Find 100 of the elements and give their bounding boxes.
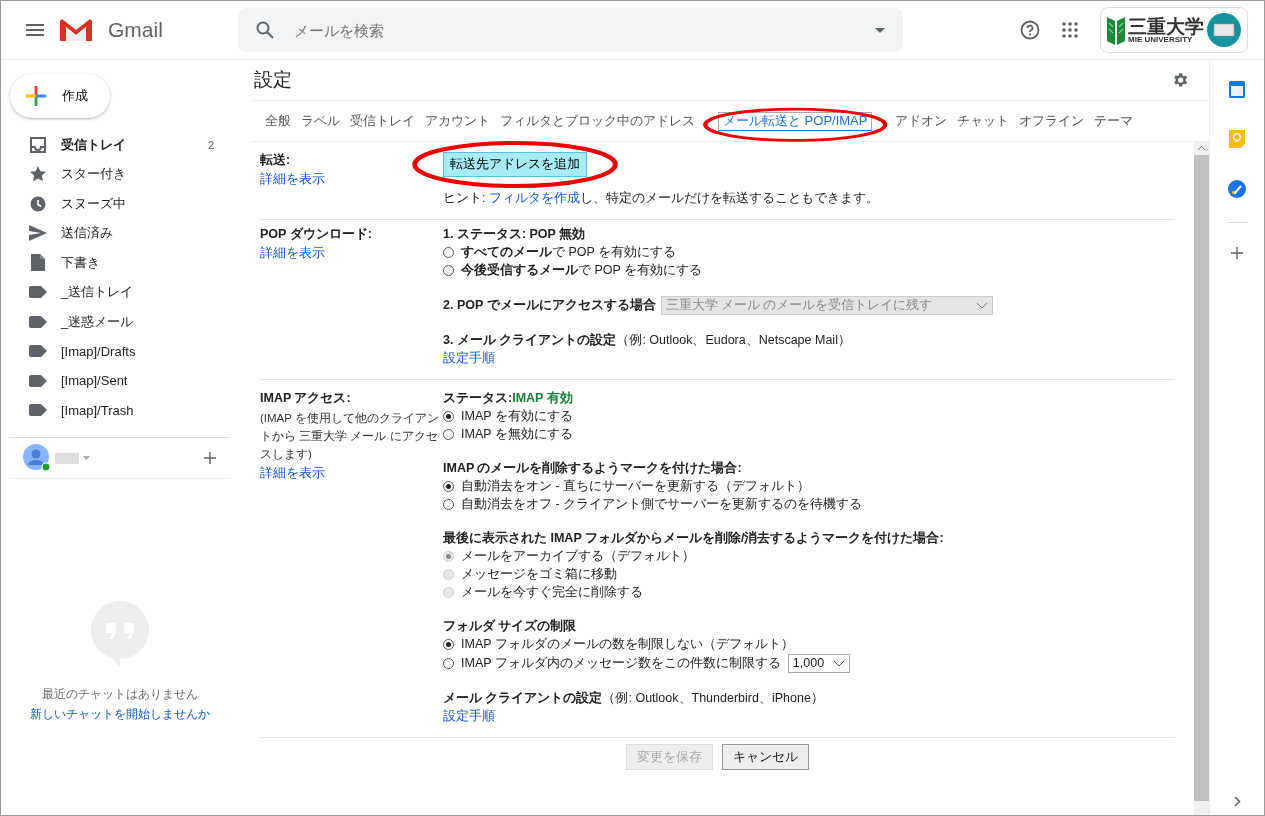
section-note: (IMAP を使用して他のクライアントから 三重大学 メール にアクセスします) — [260, 411, 440, 462]
setup-instructions-link[interactable]: 設定手順 — [443, 708, 495, 725]
radio-label: IMAP を有効にする — [461, 408, 573, 425]
folder-item[interactable]: [Imap]/Sent — [1, 366, 222, 396]
account-badge[interactable]: 三重大学 MIE UNIVERSITY — [1100, 7, 1248, 53]
section-label: 転送: — [260, 152, 292, 169]
folder-item[interactable]: [Imap]/Trash — [1, 395, 222, 425]
send-icon — [29, 225, 47, 242]
radio-button[interactable] — [443, 247, 454, 258]
search-input[interactable]: メールを検索 — [292, 20, 857, 40]
label-icon — [29, 374, 47, 387]
radio-label: IMAP を無効にする — [461, 426, 573, 443]
page-title: 設定 — [254, 68, 292, 92]
folder-item[interactable]: スター付き — [1, 159, 222, 189]
option-heading: フォルダ サイズの制限 — [443, 618, 577, 635]
radio-button[interactable] — [443, 429, 454, 440]
folder-item[interactable]: _迷惑メール — [1, 307, 222, 337]
start-chat-link[interactable]: 新しいチャットを開始しませんか — [29, 706, 210, 723]
status-value: IMAP 有効 — [512, 391, 573, 405]
folder-item[interactable]: [Imap]/Drafts — [1, 336, 222, 366]
check-circle-icon[interactable] — [1228, 180, 1246, 198]
settings-tab[interactable]: テーマ — [1089, 100, 1139, 142]
settings-tab[interactable]: アドオン — [890, 100, 953, 142]
envelope-logo-icon — [58, 17, 94, 43]
radio-button[interactable] — [443, 481, 454, 492]
label-icon — [29, 345, 47, 358]
label-icon — [29, 286, 47, 299]
plus-icon — [24, 84, 48, 108]
settings-icon[interactable] — [1171, 71, 1189, 89]
dropdown-caret-icon[interactable] — [875, 27, 885, 33]
menu-icon[interactable] — [26, 24, 44, 36]
limit-select[interactable]: 1,000 — [787, 654, 850, 673]
redacted-name — [55, 452, 79, 464]
details-link[interactable]: 詳細を表示 — [260, 171, 443, 188]
folder-item[interactable]: 下書き — [1, 248, 222, 278]
star-icon — [29, 166, 47, 183]
chevron-down-icon — [975, 302, 988, 309]
option-heading: 3. メール クライアントの設定 — [443, 332, 617, 349]
inbox-icon — [29, 136, 47, 153]
document-icon — [29, 254, 47, 272]
radio-label: メッセージをゴミ箱に移動 — [461, 566, 617, 583]
chevron-down-icon — [832, 660, 845, 667]
scrollbar[interactable] — [1194, 142, 1209, 815]
radio-button[interactable] — [443, 658, 454, 669]
radio-label: メールを今すぐ完全に削除する — [461, 584, 643, 601]
details-link[interactable]: 詳細を表示 — [260, 465, 443, 482]
add-icon[interactable] — [1231, 247, 1243, 259]
compose-button[interactable]: 作成 — [10, 74, 110, 118]
university-logo-icon — [1107, 15, 1125, 45]
settings-tab[interactable]: チャット — [952, 100, 1015, 142]
add-forwarding-address-button[interactable]: 転送先アドレスを追加 — [443, 152, 587, 177]
details-link[interactable]: 詳細を表示 — [260, 245, 443, 262]
option-heading: 2. POP でメールにアクセスする場合 — [443, 297, 656, 314]
logo-text: 三重大学 — [1128, 16, 1204, 36]
example-text: （例: Outlook、Thunderbird、iPhone） — [602, 690, 824, 707]
folder-item[interactable]: 送信済み — [1, 218, 222, 248]
radio-label: IMAP フォルダ内のメッセージ数をこの件数に制限する — [461, 655, 781, 672]
add-icon[interactable] — [204, 452, 216, 464]
hint-text: ヒント: — [443, 191, 487, 205]
option-heading: 1. ステータス: POP 無効 — [443, 226, 586, 243]
settings-tab[interactable]: 全般 — [260, 100, 296, 142]
label-icon — [29, 404, 47, 417]
option-heading: IMAP のメールを削除するようマークを付けた場合: — [443, 460, 742, 477]
chevron-right-icon[interactable] — [1233, 796, 1241, 807]
status-label: ステータス: — [443, 391, 513, 405]
radio-button[interactable] — [443, 265, 454, 276]
form-button[interactable]: キャンセル — [721, 744, 809, 770]
apps-grid-icon[interactable] — [1062, 22, 1078, 38]
search-icon — [256, 21, 274, 39]
search-field[interactable]: メールを検索 — [238, 8, 903, 52]
option-heading: 最後に表示された IMAP フォルダからメールを削除/消去するようマークを付けた場合: — [443, 530, 944, 547]
settings-tab[interactable]: オフライン — [1014, 100, 1090, 142]
option-heading: メール クライアントの設定 — [443, 690, 603, 707]
settings-tab[interactable]: メール転送と POP/IMAP — [718, 111, 873, 131]
radio-label: 今後受信するメールで POP を有効にする — [461, 262, 703, 279]
radio-button[interactable] — [443, 499, 454, 510]
create-filter-link[interactable]: フィルタを作成 — [488, 191, 580, 205]
logo-subtext: MIE UNIVERSITY — [1128, 35, 1193, 44]
product-name: Gmail — [108, 18, 163, 42]
scroll-up-icon[interactable] — [1197, 145, 1206, 151]
empty-chat-text: 最近のチャットはありません — [41, 686, 198, 703]
radio-button[interactable] — [443, 411, 454, 422]
settings-tab[interactable]: ラベル — [296, 100, 345, 142]
radio-label: 自動消去をオフ - クライアント側でサーバーを更新するのを待機する — [461, 496, 863, 513]
calendar-icon[interactable] — [1229, 80, 1245, 98]
folder-item[interactable]: _送信トレイ — [1, 277, 222, 307]
user-avatar-icon[interactable] — [23, 444, 51, 472]
folder-item[interactable]: 受信トレイ 2 — [1, 130, 222, 160]
clock-icon — [29, 195, 47, 212]
folder-item[interactable]: スヌーズ中 — [1, 189, 222, 219]
radio-label: すべてのメールで POP を有効にする — [461, 244, 677, 261]
settings-tab[interactable]: 受信トレイ — [345, 100, 420, 142]
label-icon — [29, 315, 47, 328]
section-label: POP ダウンロード: — [260, 226, 373, 243]
radio-button[interactable] — [443, 639, 454, 650]
help-icon[interactable] — [1020, 20, 1040, 40]
radio-label: 自動消去をオン - 直ちにサーバーを更新する（デフォルト） — [461, 478, 811, 495]
settings-tab[interactable]: アカウント — [420, 100, 495, 142]
setup-instructions-link[interactable]: 設定手順 — [443, 350, 495, 367]
settings-tab[interactable]: フィルタとブロック中のアドレス — [495, 100, 700, 142]
